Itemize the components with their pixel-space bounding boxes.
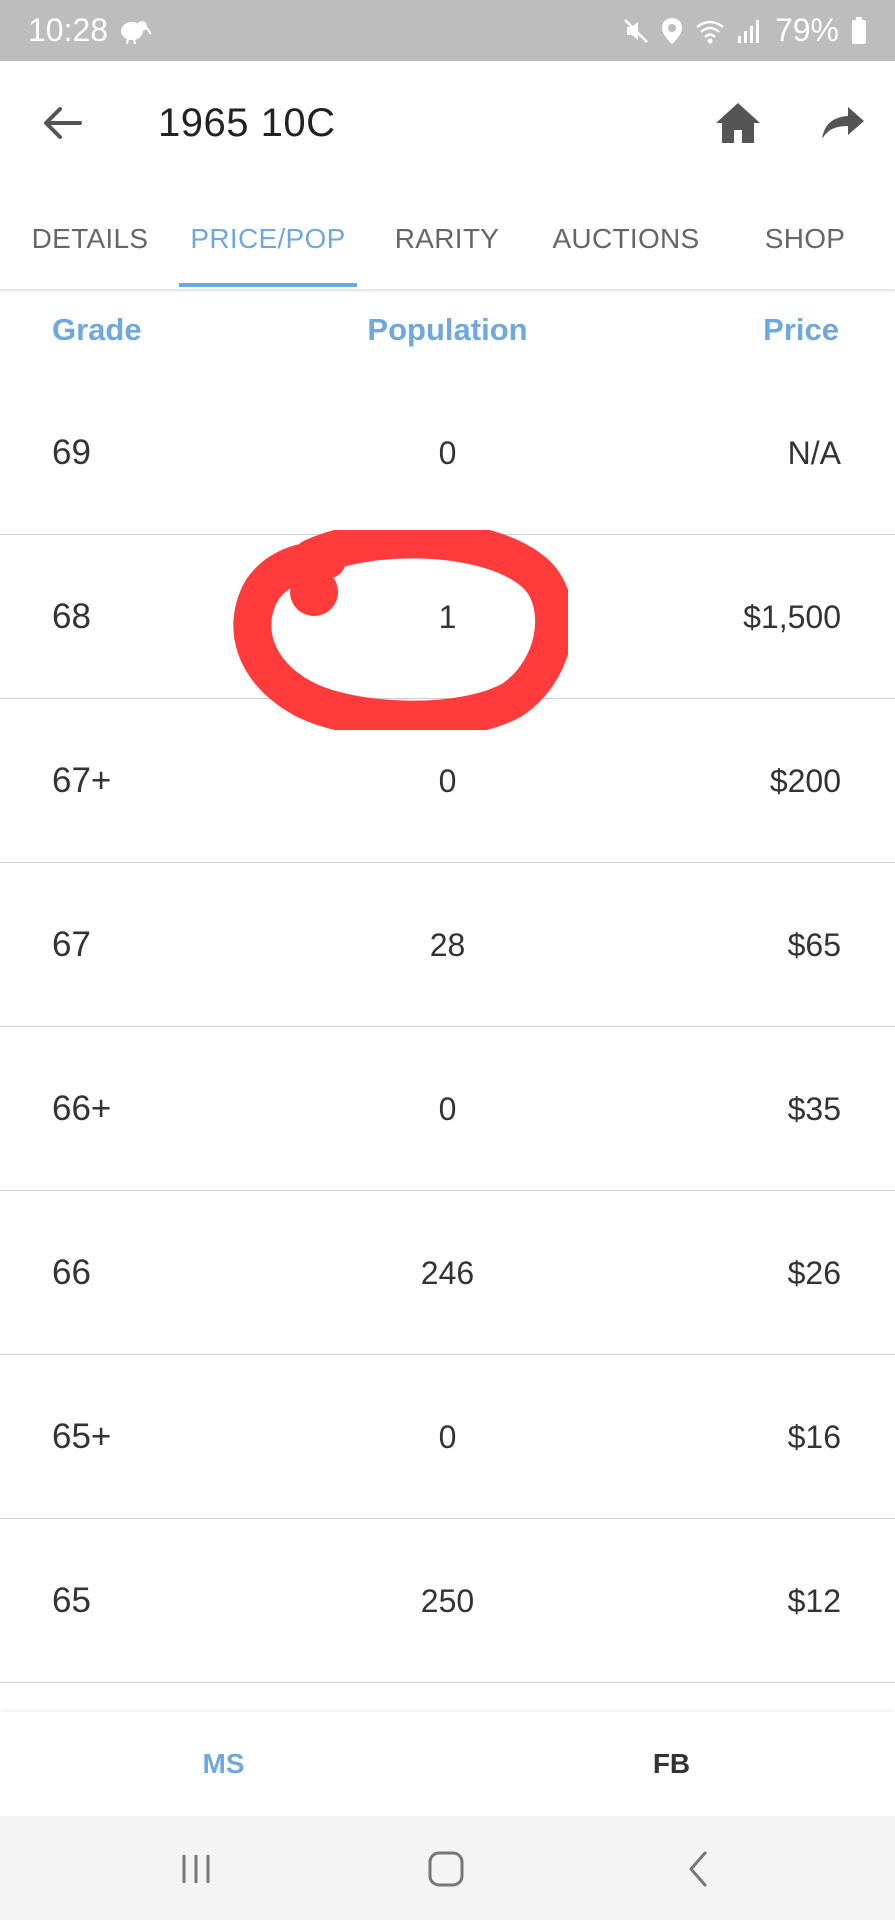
table-row[interactable]: 67 28 $65	[0, 863, 895, 1027]
population-cell: 0	[438, 1418, 457, 1455]
price-cell: $65	[787, 926, 841, 963]
table-header: Grade Population Price	[0, 300, 895, 360]
page-title: 1965 10C	[158, 101, 336, 145]
battery-icon	[851, 16, 867, 45]
table-row[interactable]: 65+ 0 $16	[0, 1355, 895, 1519]
home-button[interactable]	[712, 97, 764, 149]
back-arrow-icon	[44, 107, 82, 139]
table-row[interactable]: 68 1 $1,500	[0, 535, 895, 699]
wifi-icon	[695, 18, 725, 44]
table-row[interactable]: 66 246 $26	[0, 1191, 895, 1355]
price-cell: $35	[787, 1090, 841, 1127]
tab-bar: DETAILS PRICE/POP RARITY AUCTIONS SHOP	[0, 189, 895, 289]
status-right: 79%	[623, 12, 867, 49]
status-time: 10:28	[28, 12, 109, 48]
status-bar: 10:28 79%	[0, 0, 895, 61]
system-home-icon	[428, 1851, 464, 1887]
recents-icon	[182, 1855, 210, 1883]
app-header: 1965 10C	[0, 61, 895, 189]
signal-icon	[737, 18, 763, 44]
tab-details[interactable]: DETAILS	[0, 189, 180, 289]
fb-toggle[interactable]: FB	[448, 1712, 895, 1816]
table-row[interactable]: 67+ 0 $200	[0, 699, 895, 863]
table-row[interactable]: 66+ 0 $35	[0, 1027, 895, 1191]
column-header-price[interactable]: Price	[763, 312, 839, 348]
back-button[interactable]	[38, 99, 86, 147]
population-cell: 0	[438, 762, 457, 799]
battery-level: 79%	[774, 12, 839, 48]
tab-rarity[interactable]: RARITY	[357, 189, 537, 289]
system-home-button[interactable]	[416, 1844, 476, 1894]
share-icon	[822, 107, 864, 139]
population-cell: 0	[438, 434, 457, 471]
grade-type-toggle: MS FB	[0, 1712, 895, 1816]
price-cell: $12	[787, 1582, 841, 1619]
location-icon	[661, 17, 683, 45]
price-cell: $26	[787, 1254, 841, 1291]
active-tab-indicator	[179, 283, 357, 287]
population-cell: 246	[420, 1254, 475, 1291]
price-pop-table: 69 0 N/A 68 1 $1,500 67+ 0 $200 67 28 $6…	[0, 371, 895, 1683]
system-nav-bar	[0, 1816, 895, 1920]
column-header-grade[interactable]: Grade	[52, 312, 142, 348]
price-cell: N/A	[787, 434, 841, 471]
status-left: 10:28	[28, 12, 152, 49]
column-header-population[interactable]: Population	[367, 312, 527, 347]
share-button[interactable]	[818, 99, 868, 149]
population-cell: 28	[429, 926, 466, 963]
tab-price-pop[interactable]: PRICE/POP	[179, 189, 357, 289]
population-cell: 250	[420, 1582, 475, 1619]
system-back-button[interactable]	[668, 1844, 728, 1894]
table-row[interactable]: 65 250 $12	[0, 1519, 895, 1683]
price-cell: $200	[769, 762, 841, 799]
tab-auctions[interactable]: AUCTIONS	[537, 189, 715, 289]
table-row[interactable]: 69 0 N/A	[0, 371, 895, 535]
price-cell: $16	[787, 1418, 841, 1455]
recents-button[interactable]	[166, 1844, 226, 1894]
kiwi-icon	[118, 18, 152, 44]
home-icon	[716, 103, 760, 143]
tab-shop[interactable]: SHOP	[715, 189, 895, 289]
price-cell: $1,500	[743, 598, 841, 635]
population-cell: 0	[438, 1090, 457, 1127]
mute-icon	[623, 18, 649, 44]
ms-toggle[interactable]: MS	[0, 1712, 447, 1816]
system-back-icon	[689, 1851, 707, 1887]
